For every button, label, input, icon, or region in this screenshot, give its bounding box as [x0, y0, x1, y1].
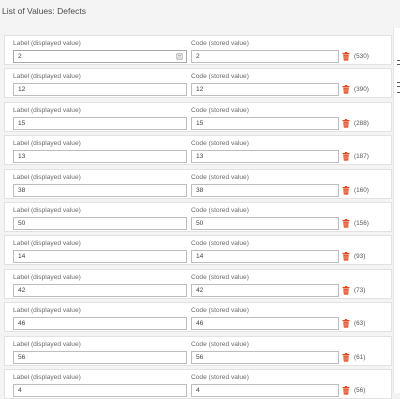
usage-count: (73) [354, 286, 366, 294]
label-field-caption: Label (displayed value) [13, 340, 81, 348]
code-field-caption: Code (stored value) [191, 207, 249, 214]
usage-count: (187) [354, 153, 369, 161]
usage-count: (390) [354, 86, 369, 94]
trash-icon[interactable] [342, 52, 350, 61]
label-field-caption: Label (displayed value) [13, 140, 81, 148]
value-row: Label (displayed value) Code (stored valu… [4, 335, 392, 366]
code-input-value: 42 [196, 286, 204, 294]
label-input[interactable]: 2 [13, 50, 187, 63]
label-input-value: 14 [18, 253, 26, 261]
page-title: List of Values: Defects [2, 6, 86, 16]
code-input[interactable]: 13 [191, 150, 339, 164]
trash-icon[interactable] [342, 185, 350, 195]
code-input[interactable]: 50 [191, 217, 339, 230]
code-input[interactable]: 42 [191, 283, 339, 297]
trash-icon[interactable] [342, 85, 350, 94]
label-input-value: 50 [18, 220, 26, 227]
code-input-value: 50 [196, 220, 204, 227]
trash-icon[interactable] [342, 118, 350, 128]
code-input[interactable]: 2 [191, 50, 339, 63]
trash-icon[interactable] [342, 319, 350, 328]
label-field-caption: Label (displayed value) [13, 207, 81, 214]
usage-count: (288) [354, 119, 369, 127]
code-input-value: 46 [196, 320, 204, 328]
code-input[interactable]: 38 [191, 183, 339, 197]
label-input[interactable]: 42 [13, 283, 187, 297]
code-input-value: 13 [196, 153, 204, 161]
code-input-value: 15 [196, 119, 204, 127]
usage-count: (530) [354, 53, 369, 60]
label-field-caption: Label (displayed value) [13, 307, 81, 315]
value-row: Label (displayed value) Code (stored valu… [4, 68, 392, 99]
value-row: Label (displayed value) Code (stored valu… [4, 235, 392, 266]
label-input[interactable]: 50 [13, 217, 187, 230]
label-input[interactable]: 14 [13, 250, 187, 264]
code-input-value: 14 [196, 253, 204, 261]
value-row: Label (displayed value) Code (stored valu… [4, 168, 392, 199]
label-field-caption: Label (displayed value) [13, 106, 81, 114]
value-row: Label (displayed value) Code (stored valu… [4, 35, 392, 65]
code-field-caption: Code (stored value) [191, 40, 249, 47]
usage-count: (160) [354, 186, 369, 194]
label-field-caption: Label (displayed value) [13, 173, 81, 181]
label-input[interactable]: 56 [13, 350, 187, 364]
code-input-value: 12 [196, 86, 204, 94]
value-row: Label (displayed value) Code (stored valu… [4, 135, 392, 166]
label-field-caption: Label (displayed value) [13, 374, 81, 381]
code-input-value: 56 [196, 353, 204, 361]
label-input[interactable]: 12 [13, 83, 187, 97]
code-input[interactable]: 56 [191, 350, 339, 364]
label-input-value: 15 [18, 119, 26, 127]
trash-icon[interactable] [342, 386, 350, 395]
usage-count: (63) [354, 320, 366, 328]
code-field-caption: Code (stored value) [191, 340, 249, 348]
label-input[interactable]: 46 [13, 317, 187, 331]
label-field-caption: Label (displayed value) [13, 273, 81, 281]
label-field-caption: Label (displayed value) [13, 240, 81, 248]
code-field-caption: Code (stored value) [191, 307, 249, 315]
code-field-caption: Code (stored value) [191, 374, 249, 381]
code-field-caption: Code (stored value) [191, 106, 249, 114]
code-input-value: 38 [196, 186, 204, 194]
code-field-caption: Code (stored value) [191, 73, 249, 81]
label-input-value: 38 [18, 186, 26, 194]
trash-icon[interactable] [342, 152, 350, 161]
label-field-caption: Label (displayed value) [13, 40, 81, 47]
label-input[interactable]: 13 [13, 150, 187, 164]
label-input-value: 42 [18, 286, 26, 294]
code-field-caption: Code (stored value) [191, 273, 249, 281]
code-input[interactable]: 15 [191, 116, 339, 130]
value-row: Label (displayed value) Code (stored valu… [4, 101, 392, 132]
trash-icon[interactable] [342, 252, 350, 261]
code-input[interactable]: 14 [191, 250, 339, 264]
list-icon[interactable] [176, 53, 183, 60]
usage-count: (93) [354, 253, 366, 261]
code-input-value: 2 [196, 53, 200, 60]
label-input-value: 56 [18, 353, 26, 361]
label-input[interactable]: 38 [13, 183, 187, 197]
trash-icon[interactable] [342, 352, 350, 362]
value-row: Label (displayed value) Code (stored valu… [4, 302, 392, 333]
usage-count: (156) [354, 220, 369, 227]
code-field-caption: Code (stored value) [191, 240, 249, 248]
label-field-caption: Label (displayed value) [13, 73, 81, 81]
trash-icon[interactable] [342, 285, 350, 295]
value-row: Label (displayed value) Code (stored valu… [4, 268, 392, 299]
code-input[interactable]: 46 [191, 317, 339, 331]
value-row: Label (displayed value) Code (stored valu… [4, 369, 392, 399]
label-input-value: 46 [18, 320, 26, 328]
trash-icon[interactable] [342, 219, 350, 228]
code-input[interactable]: 12 [191, 83, 339, 97]
label-input[interactable]: 4 [13, 384, 187, 397]
label-input-value: 12 [18, 86, 26, 94]
value-row: Label (displayed value) Code (stored valu… [4, 202, 392, 232]
label-input-value: 13 [18, 153, 26, 161]
code-input[interactable]: 4 [191, 384, 339, 397]
label-input[interactable]: 15 [13, 116, 187, 130]
code-field-caption: Code (stored value) [191, 140, 249, 148]
label-input-value: 2 [18, 53, 22, 60]
code-field-caption: Code (stored value) [191, 173, 249, 181]
usage-count: (61) [354, 353, 366, 361]
